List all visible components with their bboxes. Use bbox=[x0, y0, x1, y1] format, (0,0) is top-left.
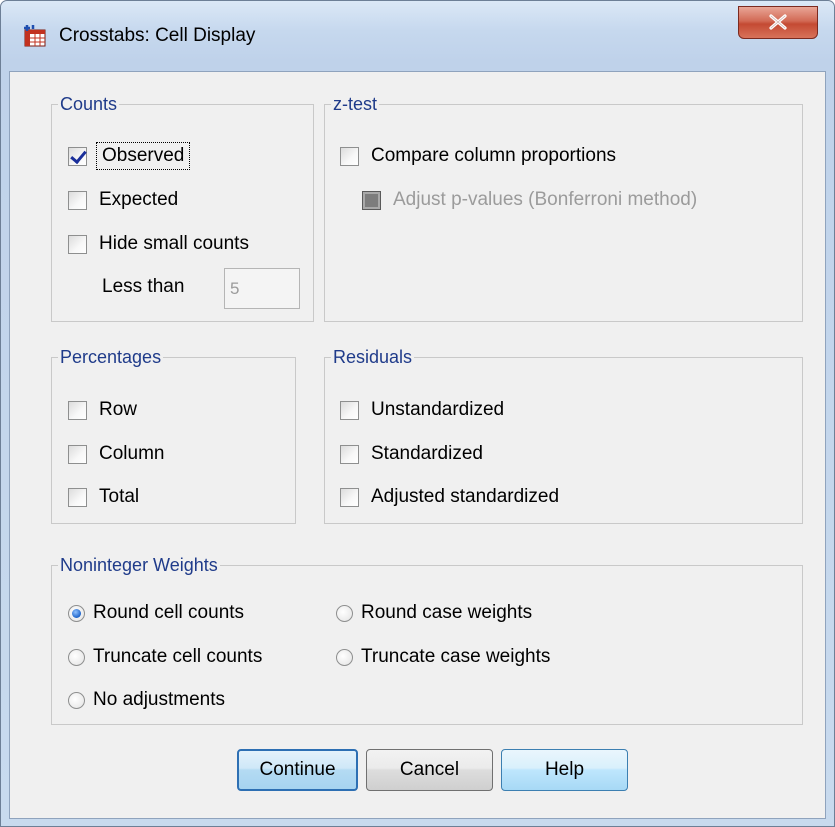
truncate-cell-counts-label[interactable]: Truncate cell counts bbox=[93, 646, 262, 668]
adjust-pvalues-row: Adjust p-values (Bonferroni method) bbox=[362, 189, 697, 211]
total-percent-row[interactable]: Total bbox=[68, 486, 139, 508]
hide-small-counts-checkbox[interactable] bbox=[68, 234, 87, 254]
column-percent-label[interactable]: Column bbox=[99, 443, 164, 465]
dialog-window: Crosstabs: Cell Display Counts Observed … bbox=[0, 0, 835, 827]
truncate-cell-counts-radio[interactable] bbox=[68, 648, 85, 666]
round-case-weights-label[interactable]: Round case weights bbox=[361, 602, 532, 624]
continue-button[interactable]: Continue bbox=[237, 749, 358, 791]
title-bar[interactable]: Crosstabs: Cell Display bbox=[1, 1, 834, 71]
percentages-legend: Percentages bbox=[60, 347, 162, 367]
no-adjustments-label[interactable]: No adjustments bbox=[93, 689, 225, 711]
less-than-row: Less than bbox=[102, 276, 184, 298]
counts-legend: Counts bbox=[60, 94, 118, 114]
adjust-pvalues-label: Adjust p-values (Bonferroni method) bbox=[393, 189, 698, 210]
help-button[interactable]: Help bbox=[501, 749, 628, 791]
compare-proportions-label[interactable]: Compare column proportions bbox=[371, 145, 616, 167]
no-adjustments-radio[interactable] bbox=[68, 691, 85, 709]
window-title: Crosstabs: Cell Display bbox=[59, 25, 256, 46]
truncate-cell-counts-option[interactable]: Truncate cell counts bbox=[68, 646, 262, 668]
hide-small-counts-label[interactable]: Hide small counts bbox=[99, 233, 249, 255]
unstandardized-row[interactable]: Unstandardized bbox=[340, 399, 504, 421]
adjust-pvalues-checkbox bbox=[362, 190, 381, 210]
observed-checkbox-row[interactable]: Observed bbox=[68, 142, 191, 170]
noninteger-weights-legend: Noninteger Weights bbox=[60, 555, 218, 575]
standardized-checkbox[interactable] bbox=[340, 444, 359, 464]
total-percent-label[interactable]: Total bbox=[99, 486, 139, 508]
standardized-label[interactable]: Standardized bbox=[371, 443, 483, 465]
hide-small-counts-row[interactable]: Hide small counts bbox=[68, 233, 249, 255]
ztest-legend: z-test bbox=[333, 94, 378, 114]
residuals-legend: Residuals bbox=[333, 347, 413, 367]
round-cell-counts-radio[interactable] bbox=[68, 604, 85, 622]
dialog-body: Counts Observed Expected Hide small coun… bbox=[9, 71, 826, 819]
expected-checkbox-row[interactable]: Expected bbox=[68, 189, 178, 211]
adjusted-standardized-checkbox[interactable] bbox=[340, 487, 359, 507]
adjusted-standardized-row[interactable]: Adjusted standardized bbox=[340, 486, 559, 508]
row-percent-label[interactable]: Row bbox=[99, 399, 137, 421]
row-percent-row[interactable]: Row bbox=[68, 399, 137, 421]
observed-label[interactable]: Observed bbox=[95, 142, 191, 170]
truncate-case-weights-option[interactable]: Truncate case weights bbox=[336, 646, 550, 668]
observed-checkbox[interactable] bbox=[68, 146, 87, 166]
crosstabs-app-icon bbox=[23, 23, 49, 49]
expected-checkbox[interactable] bbox=[68, 190, 87, 210]
standardized-row[interactable]: Standardized bbox=[340, 443, 483, 465]
column-percent-row[interactable]: Column bbox=[68, 443, 164, 465]
close-button[interactable] bbox=[738, 6, 818, 39]
no-adjustments-option[interactable]: No adjustments bbox=[68, 689, 225, 711]
column-percent-checkbox[interactable] bbox=[68, 444, 87, 464]
expected-label[interactable]: Expected bbox=[99, 189, 178, 211]
truncate-case-weights-radio[interactable] bbox=[336, 648, 353, 666]
compare-proportions-checkbox[interactable] bbox=[340, 146, 359, 166]
less-than-label: Less than bbox=[102, 276, 185, 297]
adjusted-standardized-label[interactable]: Adjusted standardized bbox=[371, 486, 559, 508]
row-percent-checkbox[interactable] bbox=[68, 400, 87, 420]
round-cell-counts-label[interactable]: Round cell counts bbox=[93, 602, 244, 624]
unstandardized-label[interactable]: Unstandardized bbox=[371, 399, 504, 421]
round-case-weights-radio[interactable] bbox=[336, 604, 353, 622]
cancel-button[interactable]: Cancel bbox=[366, 749, 493, 791]
truncate-case-weights-label[interactable]: Truncate case weights bbox=[361, 646, 550, 668]
less-than-input[interactable]: 5 bbox=[224, 268, 300, 309]
round-cell-counts-option[interactable]: Round cell counts bbox=[68, 602, 244, 624]
compare-proportions-row[interactable]: Compare column proportions bbox=[340, 145, 616, 167]
unstandardized-checkbox[interactable] bbox=[340, 400, 359, 420]
total-percent-checkbox[interactable] bbox=[68, 487, 87, 507]
round-case-weights-option[interactable]: Round case weights bbox=[336, 602, 532, 624]
